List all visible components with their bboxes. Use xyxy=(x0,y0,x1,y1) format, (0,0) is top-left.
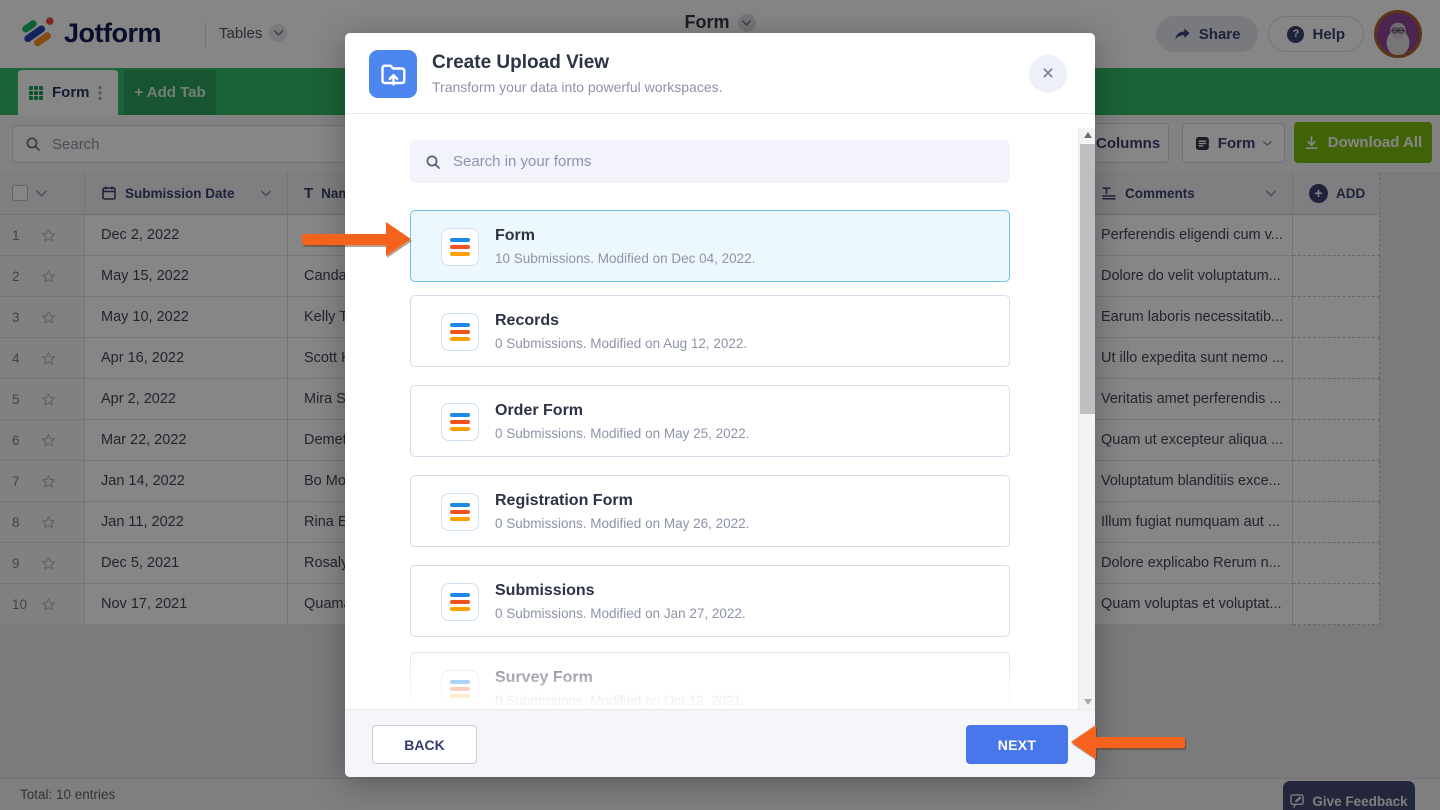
form-list-item[interactable]: Survey Form 0 Submissions. Modified on Oc… xyxy=(410,652,1010,709)
back-button[interactable]: BACK xyxy=(372,725,477,764)
close-icon: × xyxy=(1041,62,1055,85)
form-list-item[interactable]: Records 0 Submissions. Modified on Aug 12… xyxy=(410,295,1010,367)
form-item-meta: 0 Submissions. Modified on May 26, 2022. xyxy=(495,516,750,531)
scroll-up-arrow[interactable] xyxy=(1079,128,1095,142)
form-icon xyxy=(441,403,479,441)
form-item-title: Form xyxy=(495,227,535,244)
form-item-title: Survey Form xyxy=(495,669,593,686)
form-list-item[interactable]: Registration Form 0 Submissions. Modified… xyxy=(410,475,1010,547)
form-item-title: Order Form xyxy=(495,402,584,419)
form-item-meta: 0 Submissions. Modified on Jan 27, 2022. xyxy=(495,606,746,621)
form-item-meta: 10 Submissions. Modified on Dec 04, 2022… xyxy=(495,251,756,266)
form-icon xyxy=(441,583,479,621)
form-item-title: Submissions xyxy=(495,582,595,599)
scrollbar-thumb[interactable] xyxy=(1080,144,1095,414)
modal-scrollbar[interactable] xyxy=(1078,128,1095,709)
next-button[interactable]: NEXT xyxy=(966,725,1068,764)
modal-body: Form 10 Submissions. Modified on Dec 04, … xyxy=(345,114,1095,709)
screen: Jotform Tables Form Share ? Help Form + … xyxy=(0,0,1440,810)
next-label: NEXT xyxy=(997,736,1037,753)
modal-footer: BACK NEXT xyxy=(345,709,1095,777)
back-label: BACK xyxy=(404,736,445,753)
form-item-title: Records xyxy=(495,312,560,329)
form-item-meta: 0 Submissions. Modified on May 25, 2022. xyxy=(495,426,750,441)
modal-header: Create Upload View Transform your data i… xyxy=(345,33,1095,114)
scroll-down-arrow[interactable] xyxy=(1079,695,1095,709)
form-item-meta: 0 Submissions. Modified on Aug 12, 2022. xyxy=(495,336,748,351)
search-icon xyxy=(426,155,440,169)
form-search[interactable] xyxy=(410,140,1010,183)
form-list-item[interactable]: Form 10 Submissions. Modified on Dec 04, … xyxy=(410,210,1010,282)
form-list-item[interactable]: Order Form 0 Submissions. Modified on May… xyxy=(410,385,1010,457)
form-icon xyxy=(441,228,479,266)
form-icon xyxy=(441,313,479,351)
close-button[interactable]: × xyxy=(1029,55,1067,93)
create-upload-view-modal: Create Upload View Transform your data i… xyxy=(345,33,1095,777)
form-list-item[interactable]: Submissions 0 Submissions. Modified on Ja… xyxy=(410,565,1010,637)
form-icon xyxy=(441,493,479,531)
modal-subtitle: Transform your data into powerful worksp… xyxy=(432,79,723,95)
form-search-input[interactable] xyxy=(451,152,995,171)
form-item-meta: 0 Submissions. Modified on Oct 12, 2021. xyxy=(495,693,745,708)
form-icon xyxy=(441,670,479,708)
modal-title: Create Upload View xyxy=(432,52,610,73)
form-item-title: Registration Form xyxy=(495,492,633,509)
upload-folder-icon xyxy=(369,50,417,98)
